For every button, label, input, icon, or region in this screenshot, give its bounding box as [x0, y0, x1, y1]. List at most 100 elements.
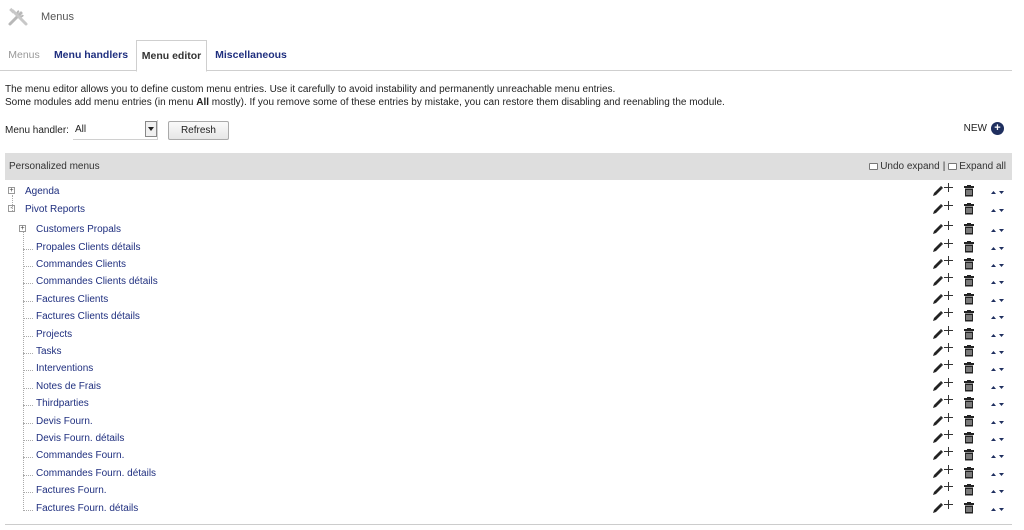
plus-icon[interactable] [944, 291, 953, 300]
trash-icon[interactable] [964, 241, 974, 253]
folder-closed-icon[interactable] [869, 163, 879, 170]
refresh-button[interactable]: Refresh [167, 120, 229, 140]
tab-menu-editor[interactable]: Menu editor [136, 40, 207, 72]
tab-menu-handlers[interactable]: Menu handlers [52, 40, 130, 71]
trash-icon[interactable] [964, 345, 974, 357]
folder-open-icon[interactable] [948, 163, 958, 170]
menu-entry-link[interactable]: Propales Clients détails [36, 242, 141, 253]
trash-icon[interactable] [964, 467, 974, 479]
trash-icon[interactable] [964, 203, 974, 215]
trash-icon[interactable] [964, 293, 974, 305]
menu-entry-link[interactable]: Customers Propals [36, 224, 121, 235]
menu-entry-link[interactable]: Pivot Reports [25, 204, 85, 215]
trash-icon[interactable] [964, 223, 974, 235]
pencil-icon[interactable] [932, 397, 944, 409]
up-down-arrows-icon[interactable] [990, 297, 1006, 305]
expand-toggle-icon[interactable]: + [8, 187, 15, 194]
pencil-icon[interactable] [932, 362, 944, 374]
plus-icon[interactable] [944, 378, 953, 387]
tab-menus[interactable]: Menus [7, 40, 41, 71]
up-down-arrows-icon[interactable] [990, 436, 1006, 444]
plus-icon[interactable] [944, 239, 953, 248]
pencil-icon[interactable] [932, 310, 944, 322]
up-down-arrows-icon[interactable] [990, 366, 1006, 374]
up-down-arrows-icon[interactable] [990, 349, 1006, 357]
plus-icon[interactable] [944, 201, 953, 210]
up-down-arrows-icon[interactable] [990, 419, 1006, 427]
menu-entry-link[interactable]: Factures Clients [36, 294, 108, 305]
trash-icon[interactable] [964, 258, 974, 270]
plus-icon[interactable] [944, 395, 953, 404]
menu-entry-link[interactable]: Projects [36, 329, 72, 340]
menu-entry-link[interactable]: Agenda [25, 186, 59, 197]
plus-icon[interactable] [944, 221, 953, 230]
menu-entry-link[interactable]: Tasks [36, 346, 62, 357]
plus-icon[interactable] [944, 273, 953, 282]
plus-icon[interactable] [944, 413, 953, 422]
trash-icon[interactable] [964, 310, 974, 322]
plus-icon[interactable] [944, 465, 953, 474]
pencil-icon[interactable] [932, 432, 944, 444]
trash-icon[interactable] [964, 380, 974, 392]
plus-icon[interactable] [944, 360, 953, 369]
trash-icon[interactable] [964, 397, 974, 409]
up-down-arrows-icon[interactable] [990, 189, 1006, 197]
up-down-arrows-icon[interactable] [990, 471, 1006, 479]
pencil-icon[interactable] [932, 502, 944, 514]
up-down-arrows-icon[interactable] [990, 401, 1006, 409]
up-down-arrows-icon[interactable] [990, 262, 1006, 270]
plus-icon[interactable] [944, 430, 953, 439]
plus-icon[interactable] [944, 308, 953, 317]
menu-entry-link[interactable]: Commandes Fourn. [36, 450, 124, 461]
pencil-icon[interactable] [932, 449, 944, 461]
plus-icon[interactable] [944, 343, 953, 352]
up-down-arrows-icon[interactable] [990, 207, 1006, 215]
plus-icon[interactable] [944, 183, 953, 192]
pencil-icon[interactable] [932, 328, 944, 340]
up-down-arrows-icon[interactable] [990, 227, 1006, 235]
trash-icon[interactable] [964, 415, 974, 427]
menu-entry-link[interactable]: Factures Fourn. [36, 485, 107, 496]
menu-entry-link[interactable]: Devis Fourn. détails [36, 433, 124, 444]
menu-entry-link[interactable]: Factures Fourn. détails [36, 503, 138, 514]
menu-entry-link[interactable]: Commandes Fourn. détails [36, 468, 156, 479]
up-down-arrows-icon[interactable] [990, 332, 1006, 340]
menu-entry-link[interactable]: Devis Fourn. [36, 416, 93, 427]
menu-entry-link[interactable]: Interventions [36, 363, 93, 374]
up-down-arrows-icon[interactable] [990, 506, 1006, 514]
up-down-arrows-icon[interactable] [990, 245, 1006, 253]
pencil-icon[interactable] [932, 380, 944, 392]
pencil-icon[interactable] [932, 258, 944, 270]
plus-icon[interactable] [944, 447, 953, 456]
trash-icon[interactable] [964, 484, 974, 496]
up-down-arrows-icon[interactable] [990, 488, 1006, 496]
plus-icon[interactable] [944, 256, 953, 265]
plus-circle-icon[interactable]: + [991, 122, 1004, 135]
menu-entry-link[interactable]: Commandes Clients détails [36, 276, 158, 287]
trash-icon[interactable] [964, 432, 974, 444]
menu-entry-link[interactable]: Commandes Clients [36, 259, 126, 270]
trash-icon[interactable] [964, 502, 974, 514]
up-down-arrows-icon[interactable] [990, 314, 1006, 322]
plus-icon[interactable] [944, 500, 953, 509]
trash-icon[interactable] [964, 362, 974, 374]
new-menu-link[interactable]: NEW + [964, 122, 1004, 135]
pencil-icon[interactable] [932, 203, 944, 215]
menu-entry-link[interactable]: Thirdparties [36, 398, 89, 409]
pencil-icon[interactable] [932, 467, 944, 479]
up-down-arrows-icon[interactable] [990, 453, 1006, 461]
menu-entry-link[interactable]: Notes de Frais [36, 381, 101, 392]
pencil-icon[interactable] [932, 185, 944, 197]
pencil-icon[interactable] [932, 345, 944, 357]
expand-all-link[interactable]: Expand all [959, 161, 1006, 172]
menu-entry-link[interactable]: Factures Clients détails [36, 311, 140, 322]
tab-miscellaneous[interactable]: Miscellaneous [213, 40, 289, 71]
trash-icon[interactable] [964, 328, 974, 340]
pencil-icon[interactable] [932, 415, 944, 427]
pencil-icon[interactable] [932, 484, 944, 496]
trash-icon[interactable] [964, 449, 974, 461]
plus-icon[interactable] [944, 326, 953, 335]
trash-icon[interactable] [964, 275, 974, 287]
new-label[interactable]: NEW [964, 123, 987, 134]
pencil-icon[interactable] [932, 241, 944, 253]
